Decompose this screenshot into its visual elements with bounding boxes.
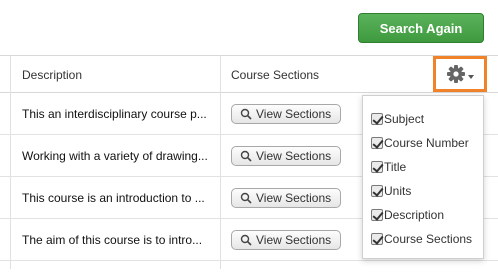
column-header-course-sections[interactable]: Course Sections: [231, 56, 319, 93]
row-description: Working with a variety of drawing...: [22, 148, 208, 163]
checkbox-checked[interactable]: [371, 209, 383, 221]
row-description: The aim of this course is to intro...: [22, 232, 203, 247]
checkbox-checked[interactable]: [371, 137, 383, 149]
search-icon: [240, 150, 252, 162]
view-sections-label: View Sections: [256, 107, 332, 121]
column-toggle-label: Units: [384, 184, 412, 198]
gear-icon: [447, 65, 474, 83]
column-chooser-menu: Subject Course Number Title Units Descri…: [362, 95, 484, 259]
search-icon: [240, 234, 252, 246]
view-sections-label: View Sections: [256, 191, 332, 205]
column-toggle-label: Course Sections: [384, 232, 473, 246]
column-toggle-label: Title: [384, 160, 407, 174]
checkbox-checked[interactable]: [371, 161, 383, 173]
view-sections-button[interactable]: View Sections: [231, 104, 341, 124]
row-description: This course is an introduction to ...: [22, 190, 205, 205]
column-toggle-course-sections[interactable]: Course Sections: [371, 231, 472, 247]
search-icon: [240, 192, 252, 204]
column-toggle-label: Subject: [384, 112, 425, 126]
column-toggle-title[interactable]: Title: [371, 159, 406, 175]
view-sections-button[interactable]: View Sections: [231, 146, 341, 166]
column-toggle-label: Course Number: [384, 136, 469, 150]
view-sections-label: View Sections: [256, 149, 332, 163]
search-again-button[interactable]: Search Again: [358, 13, 484, 43]
checkbox-checked[interactable]: [371, 113, 383, 125]
view-sections-button[interactable]: View Sections: [231, 188, 341, 208]
checkbox-checked[interactable]: [371, 233, 383, 245]
row-description: This an interdisciplinary course p...: [22, 106, 207, 121]
search-icon: [240, 108, 252, 120]
view-sections-button[interactable]: View Sections: [231, 230, 341, 250]
column-header-description[interactable]: Description: [22, 56, 82, 93]
chevron-down-icon: [468, 75, 474, 79]
checkbox-checked[interactable]: [371, 185, 383, 197]
column-toggle-subject[interactable]: Subject: [371, 111, 424, 127]
column-toggle-course-number[interactable]: Course Number: [371, 135, 469, 151]
column-toggle-description[interactable]: Description: [371, 207, 444, 223]
column-toggle-units[interactable]: Units: [371, 183, 411, 199]
column-settings-button[interactable]: [433, 56, 487, 92]
view-sections-label: View Sections: [256, 233, 332, 247]
table-header: Description Course Sections: [0, 55, 498, 93]
column-toggle-label: Description: [384, 208, 445, 222]
